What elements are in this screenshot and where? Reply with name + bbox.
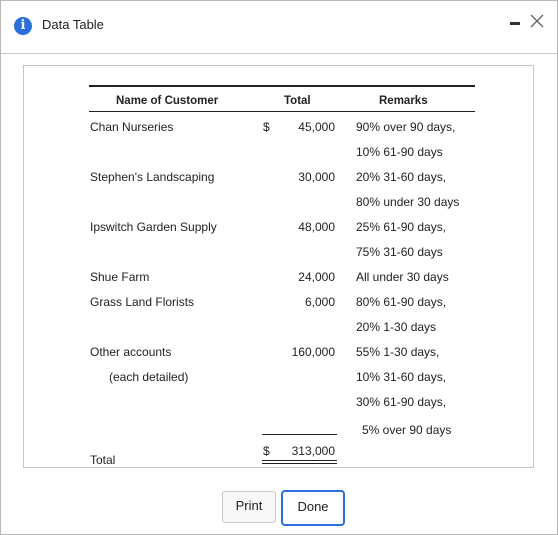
- remark-line: 25% 61-90 days,: [356, 220, 447, 234]
- amount: 45,000: [298, 120, 335, 134]
- print-button[interactable]: Print: [222, 491, 276, 523]
- dialog-title: Data Table: [42, 17, 104, 32]
- remark-line: 80% 61-90 days,: [356, 295, 447, 309]
- remark-line: 20% 1-30 days: [356, 320, 437, 334]
- total-double-rule: [262, 463, 337, 464]
- remark-line: 80% under 30 days: [356, 195, 460, 209]
- header-remarks: Remarks: [379, 95, 428, 107]
- amount: 160,000: [291, 345, 335, 359]
- customer-name: Ipswitch Garden Supply: [90, 220, 217, 234]
- total-top-rule: [262, 434, 337, 435]
- total-currency: $: [263, 444, 270, 458]
- amount: 48,000: [298, 220, 335, 234]
- minimize-icon[interactable]: [508, 13, 524, 29]
- close-icon[interactable]: [527, 11, 547, 31]
- remark-line: 75% 31-60 days: [356, 245, 443, 259]
- remark-line: 10% 31-60 days,: [356, 370, 447, 384]
- customer-name: Shue Farm: [90, 270, 150, 284]
- info-icon: i: [14, 17, 32, 35]
- remark-line: 55% 1-30 days,: [356, 345, 440, 359]
- title-bar: i Data Table: [1, 1, 557, 54]
- header-name: Name of Customer: [116, 95, 219, 107]
- total-label: Total: [90, 453, 116, 467]
- amount: 24,000: [298, 270, 335, 284]
- remark-line: 10% 61-90 days: [356, 145, 443, 159]
- header-bottom-rule: [89, 111, 475, 112]
- header-top-rule: [89, 85, 475, 87]
- total-amount: 313,000: [291, 444, 335, 458]
- remark-line: All under 30 days: [356, 270, 449, 284]
- header-total: Total: [284, 95, 311, 107]
- table-panel: Name of Customer Total Remarks Chan Nurs…: [23, 65, 534, 468]
- remark-line: 90% over 90 days,: [356, 120, 456, 134]
- customer-name: Chan Nurseries: [90, 120, 174, 134]
- currency-symbol: $: [263, 120, 270, 134]
- customer-subtext: (each detailed): [109, 370, 189, 384]
- remark-line: 30% 61-90 days,: [356, 395, 447, 409]
- customer-name: Stephen's Landscaping: [90, 170, 215, 184]
- remark-line: 20% 31-60 days,: [356, 170, 447, 184]
- amount: 30,000: [298, 170, 335, 184]
- data-table-dialog: i Data Table Name of Customer Total Rema…: [0, 0, 558, 535]
- customer-name: Other accounts: [90, 345, 172, 359]
- button-bar: Print Done: [1, 490, 558, 526]
- customer-name: Grass Land Florists: [90, 295, 195, 309]
- remark-line: 5% over 90 days: [362, 423, 452, 437]
- total-double-rule: [262, 460, 337, 461]
- done-button[interactable]: Done: [281, 490, 345, 526]
- amount: 6,000: [304, 295, 335, 309]
